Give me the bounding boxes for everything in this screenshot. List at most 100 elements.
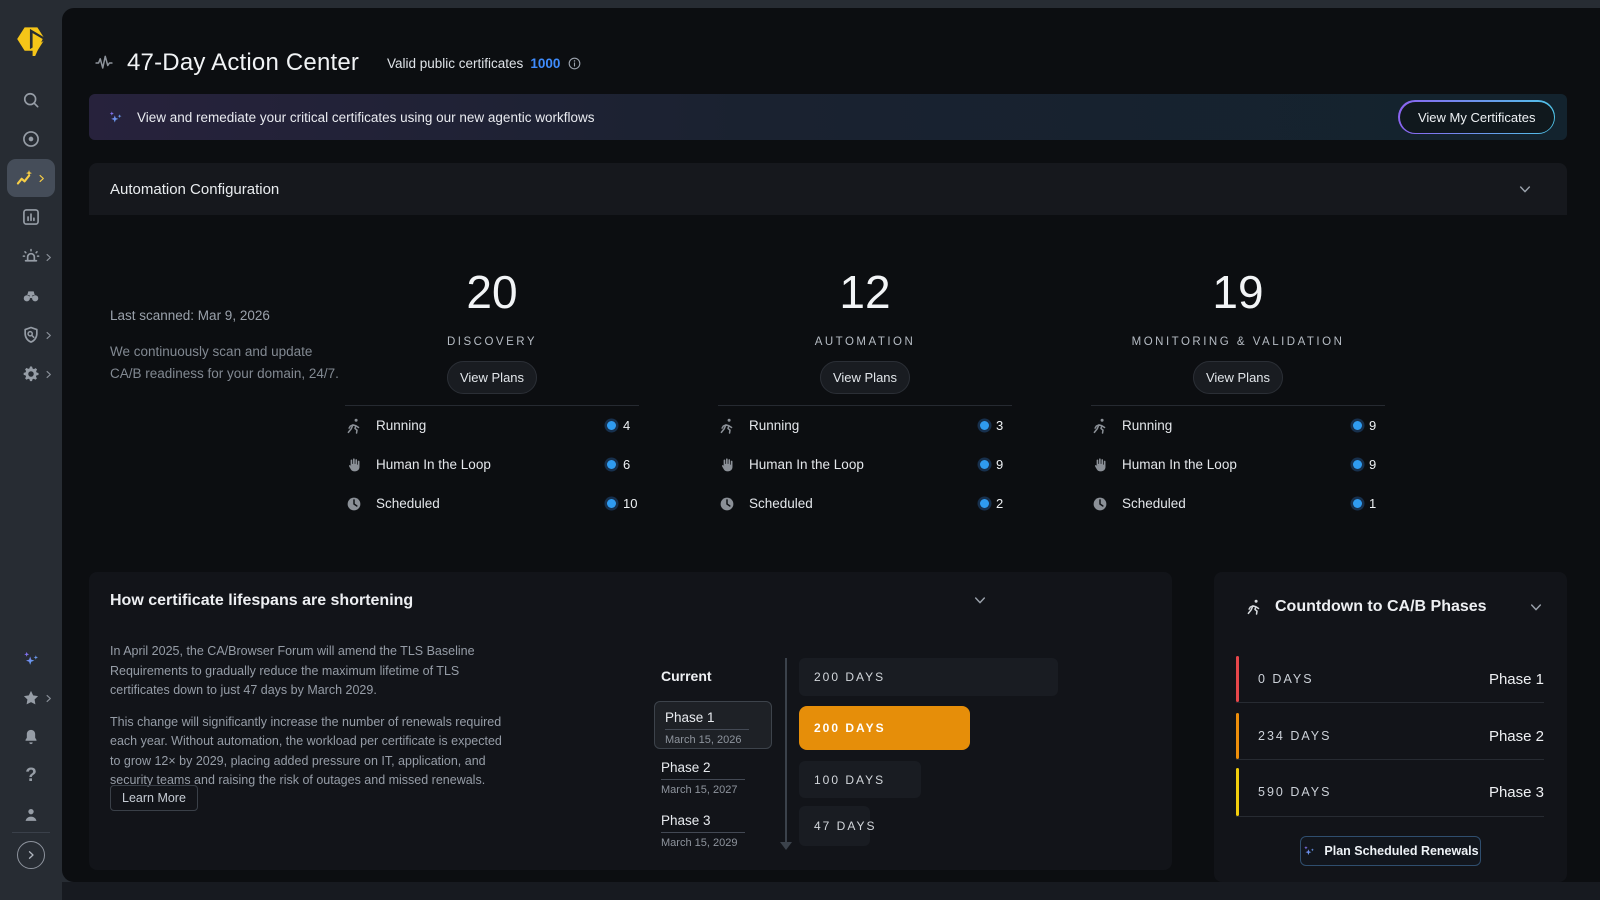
chevron-right-icon — [43, 693, 54, 704]
hand-icon — [345, 456, 363, 474]
sidebar-collapse-button[interactable] — [17, 841, 45, 869]
banner-text: View and remediate your critical certifi… — [137, 110, 594, 125]
automation-configuration-header[interactable]: Automation Configuration — [89, 163, 1567, 215]
lifespans-paragraph-1: In April 2025, the CA/Browser Forum will… — [110, 642, 510, 701]
sidebar-divider — [12, 832, 50, 833]
countdown-panel: Countdown to CA/B Phases 0 DAYS Phase 1 … — [1214, 572, 1567, 882]
phase-item-3[interactable]: Phase 3 March 15, 2029 — [661, 812, 765, 849]
blue-dot — [607, 499, 616, 508]
chevron-down-icon[interactable] — [1528, 599, 1544, 615]
alerts-icon[interactable] — [15, 241, 59, 273]
inspection-shield-icon[interactable] — [15, 319, 59, 351]
automation-configuration-body: Last scanned: Mar 9, 2026 We continuousl… — [89, 215, 1567, 557]
plan-scheduled-renewals-button[interactable]: Plan Scheduled Renewals — [1300, 836, 1481, 866]
page-title: 47-Day Action Center — [127, 49, 359, 77]
stat-column-automation: 12 AUTOMATION View Plans Running 3 Human… — [718, 215, 1012, 523]
learn-more-button[interactable]: Learn More — [110, 785, 198, 811]
stat-row-human-in-the-loop[interactable]: Human In the Loop 6 — [345, 445, 639, 484]
stat-column-monitoring-validation: 1 9 MONITORING & VALIDATION View Plans Ru… — [1091, 215, 1385, 523]
clock-icon — [718, 495, 736, 513]
target-icon[interactable] — [15, 123, 47, 155]
stat-row-scheduled[interactable]: Scheduled 10 — [345, 484, 639, 523]
info-icon[interactable] — [567, 56, 582, 71]
blue-dot — [980, 460, 989, 469]
sparkles-icon — [1302, 844, 1316, 858]
brand-logo[interactable] — [14, 22, 48, 56]
stat-row-human-in-the-loop[interactable]: Human In the Loop 9 — [1091, 445, 1385, 484]
stat-column-discovery: 20 DISCOVERY View Plans Running 4 Human … — [345, 215, 639, 523]
blue-dot — [980, 421, 989, 430]
view-plans-button[interactable]: View Plans — [1193, 361, 1283, 394]
blue-dot — [1353, 460, 1362, 469]
stat-label: AUTOMATION — [718, 335, 1012, 349]
chevron-down-icon[interactable] — [972, 592, 988, 608]
stat-count: 12 — [718, 267, 1012, 317]
view-plans-button[interactable]: View Plans — [447, 361, 537, 394]
sparkles-icon — [107, 109, 124, 126]
runner-icon — [1091, 417, 1109, 435]
count-badge: 3 — [980, 418, 1012, 433]
help-icon[interactable]: ? — [15, 760, 47, 792]
countdown-header: Countdown to CA/B Phases — [1245, 598, 1544, 616]
view-my-certificates-button[interactable]: View My Certificates — [1398, 100, 1555, 134]
cert-summary: Valid public certificates 1000 — [387, 52, 582, 74]
lifespan-bar-47-days: 47 DAYS — [799, 806, 870, 846]
stat-row-scheduled[interactable]: Scheduled 2 — [718, 484, 1012, 523]
stat-label: MONITORING & VALIDATION — [1091, 335, 1385, 349]
timeline-down-arrow — [785, 658, 787, 842]
countdown-row-phase-1: 0 DAYS Phase 1 — [1236, 656, 1544, 703]
blue-dot — [1353, 499, 1362, 508]
dashboard-icon[interactable] — [15, 201, 47, 233]
lifespan-bar-200-days: 200 DAYS — [799, 658, 1058, 696]
stat-row-human-in-the-loop[interactable]: Human In the Loop 9 — [718, 445, 1012, 484]
blue-dot — [607, 421, 616, 430]
count-badge: 9 — [1353, 418, 1385, 433]
discovery-binoculars-icon[interactable] — [15, 280, 47, 312]
notifications-bell-icon[interactable] — [15, 721, 47, 753]
blue-dot — [980, 499, 989, 508]
account-person-icon[interactable] — [15, 799, 47, 831]
phase-item-2[interactable]: Phase 2 March 15, 2027 — [661, 759, 765, 796]
view-plans-button[interactable]: View Plans — [820, 361, 910, 394]
activity-pulse-icon — [94, 53, 114, 73]
runner-icon — [1245, 598, 1263, 616]
count-badge: 10 — [607, 496, 639, 511]
settings-gear-icon[interactable] — [15, 358, 59, 390]
countdown-row-phase-2: 234 DAYS Phase 2 — [1236, 713, 1544, 760]
cert-count-link[interactable]: 1000 — [530, 56, 560, 71]
chevron-down-icon[interactable] — [1517, 181, 1533, 197]
lifespans-paragraph-2: This change will significantly increase … — [110, 713, 510, 791]
ai-sparkles-icon[interactable] — [15, 643, 47, 675]
sidebar-item-workflows-active[interactable] — [7, 159, 55, 197]
count-badge: 4 — [607, 418, 639, 433]
lifespans-text: In April 2025, the CA/Browser Forum will… — [110, 642, 510, 791]
lifespans-panel: How certificate lifespans are shortening… — [89, 572, 1172, 870]
hand-icon — [1091, 456, 1109, 474]
phase-accent-bar — [1236, 656, 1239, 702]
search-icon[interactable] — [15, 84, 47, 116]
stat-row-running[interactable]: Running 4 — [345, 406, 639, 445]
runner-icon — [718, 417, 736, 435]
count-badge: 6 — [607, 457, 639, 472]
stat-row-running[interactable]: Running 9 — [1091, 406, 1385, 445]
count-badge: 9 — [980, 457, 1012, 472]
window-bottom-strip — [62, 882, 1600, 900]
scan-info: Last scanned: Mar 9, 2026 We continuousl… — [110, 308, 340, 385]
count-badge: 1 — [1353, 496, 1385, 511]
stat-label: DISCOVERY — [345, 335, 639, 349]
scan-description: We continuously scan and update CA/B rea… — [110, 341, 340, 385]
phase-item-1-selected[interactable]: Phase 1 March 15, 2026 — [654, 701, 772, 749]
stat-row-running[interactable]: Running 3 — [718, 406, 1012, 445]
lifespan-bar-100-days: 100 DAYS — [799, 761, 921, 798]
stat-row-scheduled[interactable]: Scheduled 1 — [1091, 484, 1385, 523]
agentic-workflows-banner: View and remediate your critical certifi… — [89, 94, 1567, 140]
runner-icon — [345, 417, 363, 435]
automation-configuration-panel: Automation Configuration Last scanned: M… — [89, 163, 1567, 557]
favorites-star-icon[interactable] — [15, 682, 59, 714]
main-content: 47-Day Action Center Valid public certif… — [62, 8, 1600, 882]
chevron-right-icon — [43, 369, 54, 380]
countdown-title: Countdown to CA/B Phases — [1275, 598, 1487, 616]
phase-accent-bar — [1236, 768, 1239, 816]
phase-accent-bar — [1236, 713, 1239, 759]
workflow-route-icon — [15, 168, 35, 188]
